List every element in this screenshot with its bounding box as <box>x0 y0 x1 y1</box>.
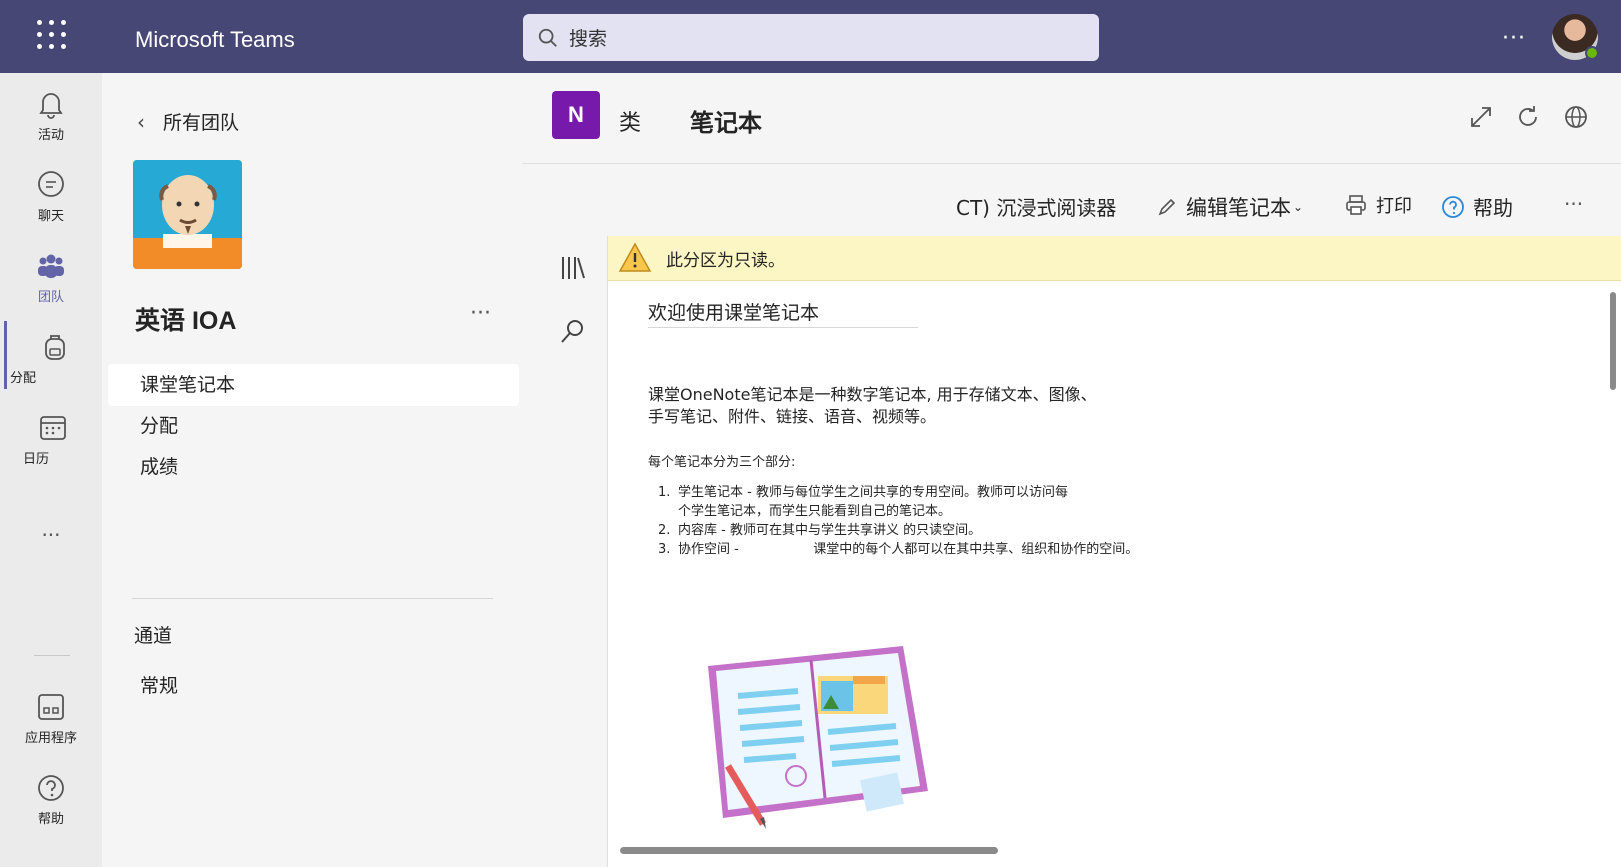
calendar-icon <box>40 416 66 440</box>
notebook-illustration <box>708 646 928 829</box>
onenote-icon: N <box>552 91 600 139</box>
bell-icon <box>39 93 63 119</box>
notebook-side-strip <box>534 236 606 867</box>
help-circle-icon <box>1442 195 1464 218</box>
rail-teams-label: 团队 <box>37 290 64 305</box>
list-text: 内容库 - 教师可在其中与学生共享讲义 的只读空间。 <box>678 523 982 538</box>
notebook-page: 此分区为只读。 欢迎使用课堂笔记本 课堂OneNote笔记本是一种数字笔记本, … <box>607 236 1621 867</box>
nav-assignments[interactable]: 分配 <box>108 405 519 447</box>
teams-icon <box>38 254 64 278</box>
help-button[interactable]: 帮助 <box>1441 192 1513 221</box>
printer-icon <box>1346 195 1366 215</box>
list-item: 3. 协作空间 - 课堂中的每个人都可以在其中共享、组织和协作的空间。 <box>658 540 1138 559</box>
warning-icon <box>618 242 652 272</box>
chevron-down-icon: ⌄ <box>1293 200 1304 214</box>
rail-activity-label: 活动 <box>37 128 64 143</box>
rail-apps-label: 应用程序 <box>24 731 77 746</box>
vertical-scrollbar[interactable] <box>1610 292 1616 390</box>
backpack-icon <box>45 335 65 360</box>
list-item: 1. 学生笔记本 - 教师与每位学生之间共享的专用空间。教师可以访问每个学生笔记本… <box>658 483 1078 521</box>
list-item: 2. 内容库 - 教师可在其中与学生共享讲义 的只读空间。 <box>658 521 1138 540</box>
presence-available-icon <box>1585 46 1599 60</box>
search-icon <box>538 28 557 47</box>
nav-class-notebook[interactable]: 课堂笔记本 <box>108 364 519 406</box>
chevron-left-icon: ‹ <box>137 109 145 134</box>
refresh-icon[interactable] <box>1514 103 1542 131</box>
panel-divider <box>132 598 493 599</box>
rail-help-label: 帮助 <box>37 812 64 827</box>
help-icon <box>38 775 64 801</box>
rail-chat[interactable]: 聊天 <box>0 168 102 224</box>
list-text: 学生笔记本 - 教师与每位学生之间共享的专用空间。教师可以访问每个学生笔记本，而… <box>678 485 1068 519</box>
notebooks-library-icon[interactable] <box>558 253 588 283</box>
tab-notebook-label: 笔记本 <box>690 109 762 137</box>
pencil-icon <box>1158 198 1176 216</box>
list-text: 协作空间 - 课堂中的每个人都可以在其中共享、组织和协作的空间。 <box>678 542 1139 557</box>
toolbar-more-icon[interactable]: ··· <box>1564 192 1583 216</box>
team-name: 英语 IOA <box>135 307 237 335</box>
page-intro: 课堂OneNote笔记本是一种数字笔记本, 用于存储文本、图像、手写笔记、附件、… <box>648 385 1097 426</box>
print-label: 打印 <box>1376 196 1412 217</box>
horizontal-scrollbar[interactable] <box>620 847 998 854</box>
rail-apps[interactable]: 应用程序 <box>0 690 102 746</box>
search-notebook-icon[interactable] <box>558 316 588 346</box>
search-placeholder: 搜索 <box>569 28 608 50</box>
list-number: 2. <box>658 523 671 538</box>
notebook-toolbar: CT) 沉浸式阅读器 编辑笔记本 ⌄ 打印 帮助 ··· <box>534 177 1621 235</box>
page-title: 欢迎使用课堂笔记本 <box>648 298 918 328</box>
tab-class-label: 类 <box>619 111 642 136</box>
rail-more-apps[interactable]: ··· <box>0 523 102 547</box>
app-launcher-icon[interactable] <box>37 20 67 50</box>
back-to-teams[interactable]: ‹ 所有团队 <box>137 108 239 135</box>
rail-assignments[interactable]: 分配 <box>0 330 102 386</box>
rail-assignments-label: 分配 <box>10 371 37 386</box>
immersive-reader-button[interactable]: CT) 沉浸式阅读器 <box>956 192 1116 221</box>
top-bar: Microsoft Teams 搜索 ··· <box>0 0 1621 73</box>
rail-divider <box>34 655 70 656</box>
print-button[interactable]: 打印 <box>1344 192 1412 218</box>
team-more-options-icon[interactable]: ··· <box>470 301 491 326</box>
app-title: Microsoft Teams <box>135 27 295 52</box>
channels-heading: 通道 <box>134 625 173 647</box>
shakespeare-avatar-icon <box>133 160 242 269</box>
channel-general[interactable]: 常规 <box>140 671 178 698</box>
page-content: 欢迎使用课堂笔记本 课堂OneNote笔记本是一种数字笔记本, 用于存储文本、图… <box>648 298 1568 829</box>
search-input[interactable]: 搜索 <box>523 14 1099 61</box>
list-number: 3. <box>658 542 671 557</box>
main-area: N 类 笔记本 CT) 沉浸式阅读器 编辑笔记本 ⌄ 打印 帮助 ··· 此分区… <box>522 73 1621 867</box>
rail-chat-label: 聊天 <box>37 209 64 224</box>
apps-icon <box>38 694 64 720</box>
rail-calendar-label: 日历 <box>23 452 50 467</box>
readonly-warning-bar: 此分区为只读。 <box>608 236 1621 281</box>
more-options-icon[interactable]: ··· <box>1502 26 1526 51</box>
team-logo[interactable] <box>133 160 242 269</box>
edit-notebook-button[interactable]: 编辑笔记本 ⌄ <box>1156 192 1303 222</box>
help-label: 帮助 <box>1473 196 1513 220</box>
page-subheading: 每个笔记本分为三个部分: <box>648 455 796 470</box>
list-number: 1. <box>658 485 671 500</box>
rail-calendar[interactable]: 日历 <box>0 411 102 467</box>
warning-text: 此分区为只读。 <box>666 250 785 271</box>
team-panel: ‹ 所有团队 英语 IOA ··· 课堂笔记本 分配 成绩 通道 常规 <box>102 73 522 867</box>
globe-icon[interactable] <box>1562 103 1590 131</box>
rail-teams[interactable]: 团队 <box>0 249 102 305</box>
app-rail: 活动 聊天 团队 分配 日历 ··· 应用程序 帮助 <box>0 73 102 867</box>
expand-icon[interactable] <box>1467 103 1495 131</box>
rail-help[interactable]: 帮助 <box>0 771 102 827</box>
back-label: 所有团队 <box>163 112 240 134</box>
immersive-reader-label: CT) 沉浸式阅读器 <box>956 196 1117 220</box>
rail-activity[interactable]: 活动 <box>0 87 102 143</box>
sections-list: 1. 学生笔记本 - 教师与每位学生之间共享的专用空间。教师可以访问每个学生笔记本… <box>658 483 1138 559</box>
nav-grades[interactable]: 成绩 <box>108 446 519 488</box>
edit-notebook-label: 编辑笔记本 <box>1186 196 1291 220</box>
tab-header: N 类 笔记本 <box>522 73 1621 164</box>
chat-icon <box>38 171 64 197</box>
